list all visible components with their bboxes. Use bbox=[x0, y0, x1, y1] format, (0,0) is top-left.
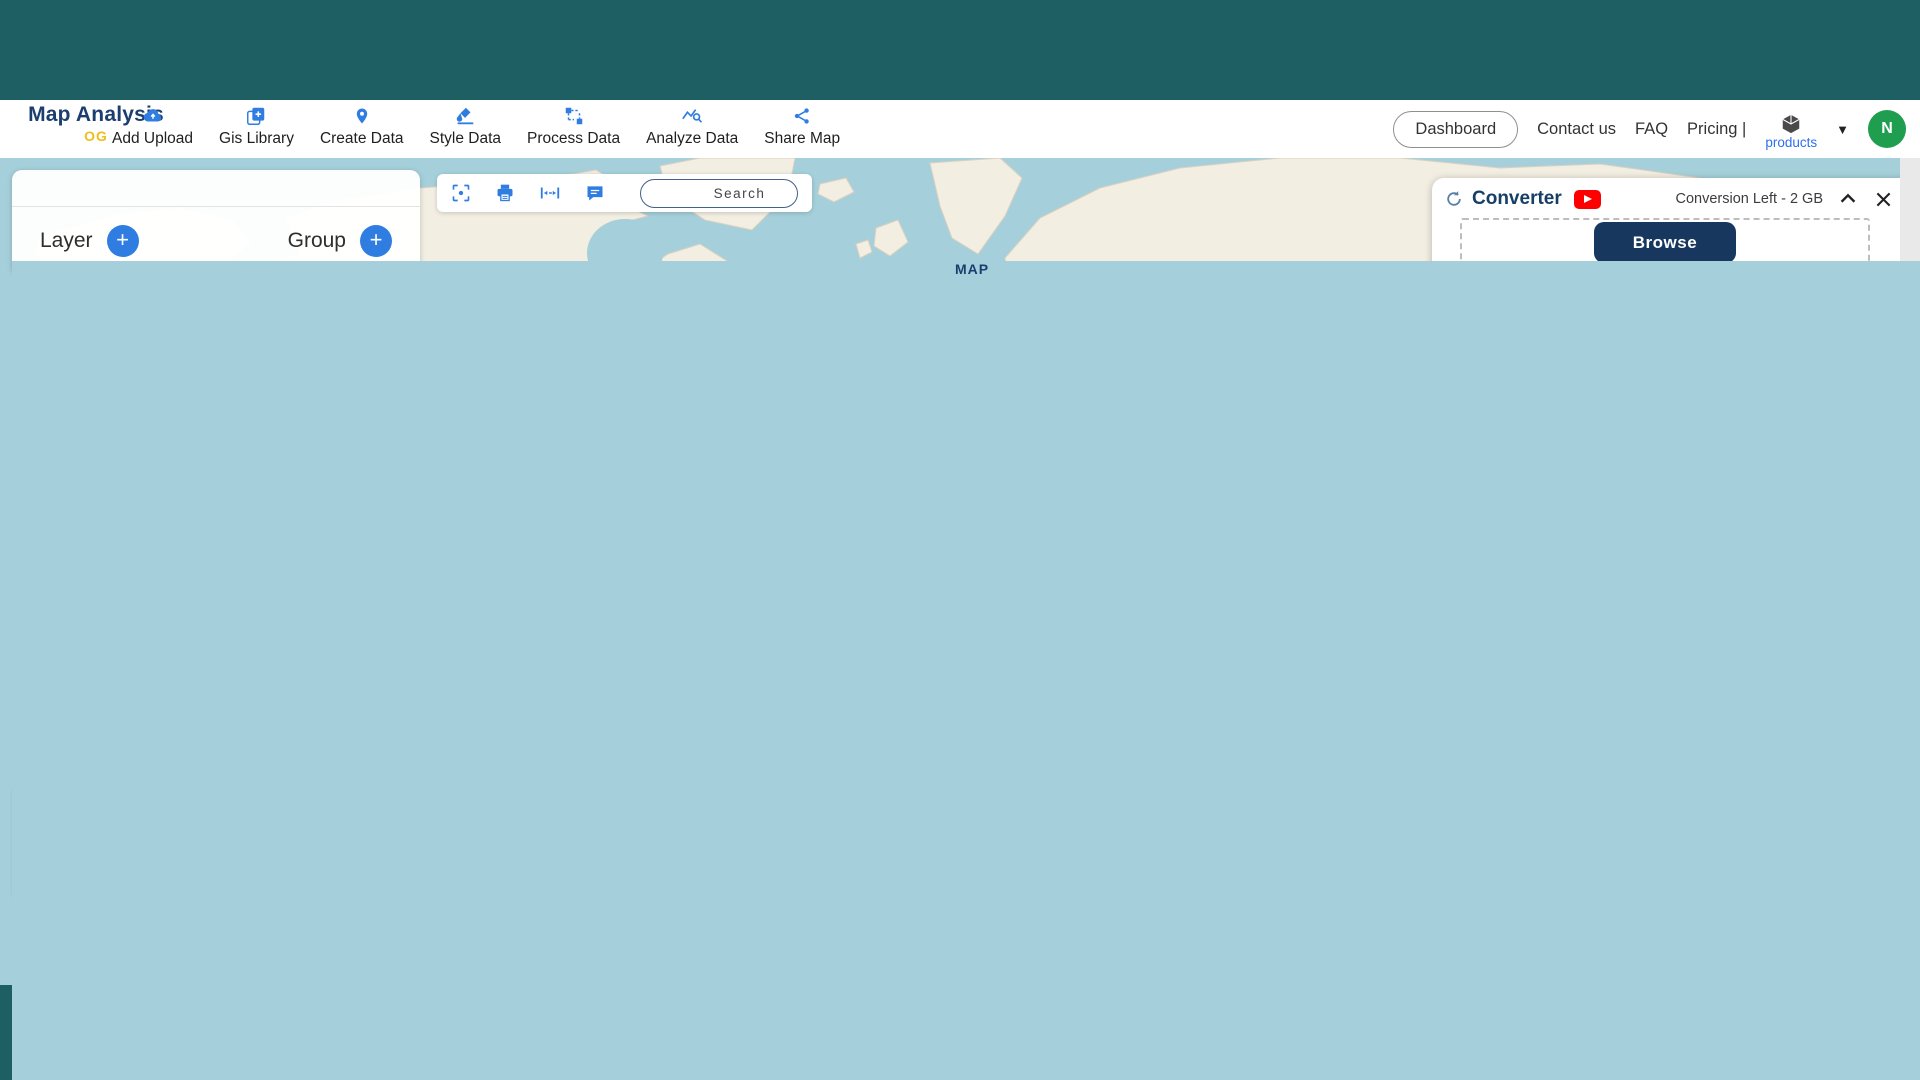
nav-create-data[interactable]: Create Data bbox=[320, 105, 404, 148]
collapse-chevron-icon[interactable] bbox=[1837, 188, 1859, 210]
focus-extent-icon[interactable] bbox=[451, 183, 471, 203]
faq-link[interactable]: FAQ bbox=[1635, 120, 1668, 139]
location-pin-icon bbox=[353, 105, 371, 127]
cube-icon bbox=[1780, 113, 1802, 135]
nav-label: Share Map bbox=[764, 130, 840, 148]
browse-button[interactable]: Browse bbox=[1594, 222, 1736, 263]
library-plus-icon bbox=[245, 105, 267, 127]
products-menu[interactable]: products bbox=[1765, 113, 1817, 150]
main-nav: Add Upload Gis Library Create Data Style… bbox=[112, 105, 840, 148]
process-route-icon bbox=[563, 105, 585, 127]
layer-label: Layer bbox=[40, 229, 93, 253]
analyze-icon bbox=[680, 105, 704, 127]
cloud-upload-icon bbox=[140, 105, 166, 127]
search-box[interactable] bbox=[640, 179, 798, 208]
group-label: Group bbox=[288, 229, 346, 253]
dashboard-button[interactable]: Dashboard bbox=[1393, 111, 1518, 148]
chevron-down-icon[interactable]: ▼ bbox=[1836, 122, 1849, 137]
nav-label: Gis Library bbox=[219, 130, 294, 148]
nav-analyze-data[interactable]: Analyze Data bbox=[646, 105, 738, 148]
search-input[interactable] bbox=[651, 186, 828, 201]
nav-label: Create Data bbox=[320, 130, 404, 148]
add-layer-button[interactable]: + bbox=[107, 225, 139, 257]
layers-panel-header bbox=[12, 170, 420, 207]
nav-process-data[interactable]: Process Data bbox=[527, 105, 620, 148]
comment-icon[interactable] bbox=[585, 183, 605, 203]
ink-style-icon bbox=[454, 105, 476, 127]
converter-title[interactable]: Converter bbox=[1472, 188, 1562, 210]
converter-header: Converter Conversion Left - 2 GB bbox=[1432, 178, 1920, 220]
contact-us-link[interactable]: Contact us bbox=[1537, 120, 1616, 139]
nav-share-map[interactable]: Share Map bbox=[764, 105, 840, 148]
nav-label: Analyze Data bbox=[646, 130, 738, 148]
youtube-icon[interactable] bbox=[1574, 190, 1601, 209]
refresh-icon[interactable] bbox=[1444, 189, 1464, 209]
nav-label: Style Data bbox=[430, 130, 502, 148]
avatar[interactable]: N bbox=[1868, 110, 1906, 148]
add-group-button[interactable]: + bbox=[360, 225, 392, 257]
share-icon bbox=[792, 105, 812, 127]
print-icon[interactable] bbox=[495, 183, 515, 203]
nav-label: Add Upload bbox=[112, 130, 193, 148]
nav-gis-library[interactable]: Gis Library bbox=[219, 105, 294, 148]
nav-label: Process Data bbox=[527, 130, 620, 148]
measure-icon[interactable] bbox=[539, 183, 561, 203]
map-toolbar bbox=[437, 174, 812, 212]
products-label: products bbox=[1765, 135, 1817, 150]
nav-add-upload[interactable]: Add Upload bbox=[112, 105, 193, 148]
conversion-left-text: Conversion Left - 2 GB bbox=[1676, 191, 1824, 207]
pricing-link[interactable]: Pricing | bbox=[1687, 120, 1746, 139]
top-header: Map Analysis MAPOG Add Upload Gis Librar… bbox=[0, 100, 1920, 158]
nav-style-data[interactable]: Style Data bbox=[430, 105, 502, 148]
close-icon[interactable] bbox=[1873, 189, 1894, 210]
header-right: Dashboard Contact us FAQ Pricing | produ… bbox=[1393, 100, 1906, 158]
